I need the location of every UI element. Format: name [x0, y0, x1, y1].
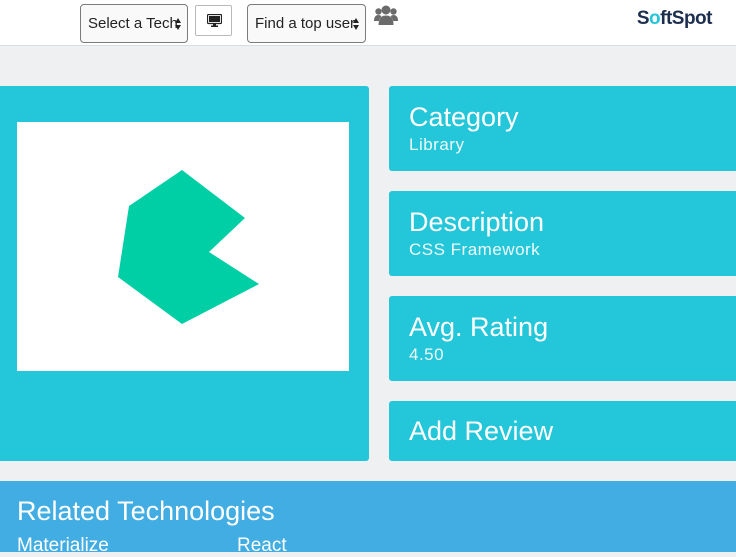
desktop-icon [207, 14, 222, 27]
description-title: Description [409, 207, 545, 237]
materialize-logo-icon [118, 170, 259, 324]
category-title: Category [409, 102, 519, 132]
related-technologies-section: Related Technologies Materialize React [0, 481, 736, 556]
select-arrows-icon [353, 18, 360, 30]
top-user-select-value: Find a top user [255, 15, 356, 32]
users-icon[interactable] [374, 4, 398, 26]
top-user-select[interactable]: Find a top user [247, 4, 366, 43]
logo-text-start: S [636, 8, 650, 29]
navbar: Select a Tech Find a top user SoftSpot [0, 0, 736, 46]
tech-logo-image [17, 122, 349, 371]
description-value: CSS Framework [409, 240, 541, 259]
rating-card: Avg. Rating 4.50 [389, 296, 736, 381]
rating-value: 4.50 [409, 345, 445, 364]
tech-select[interactable]: Select a Tech [80, 4, 188, 43]
logo-text-end: ftSpot [660, 8, 712, 29]
category-value: Library [409, 135, 465, 154]
logo-o-icon: o [649, 8, 661, 29]
select-arrows-icon [175, 18, 182, 30]
tech-image-panel [0, 86, 369, 461]
related-tech-link[interactable]: Materialize [17, 535, 109, 557]
add-review-label: Add Review [409, 416, 554, 446]
category-card: Category Library [389, 86, 736, 171]
tech-select-value: Select a Tech [88, 15, 178, 32]
desktop-view-button[interactable] [195, 5, 232, 36]
description-card: Description CSS Framework [389, 191, 736, 276]
rating-title: Avg. Rating [409, 312, 549, 342]
add-review-button[interactable]: Add Review [389, 401, 736, 461]
related-technologies-title: Related Technologies [17, 496, 275, 526]
related-tech-link[interactable]: React [237, 535, 287, 557]
softspot-logo[interactable]: SoftSpot [636, 8, 713, 30]
